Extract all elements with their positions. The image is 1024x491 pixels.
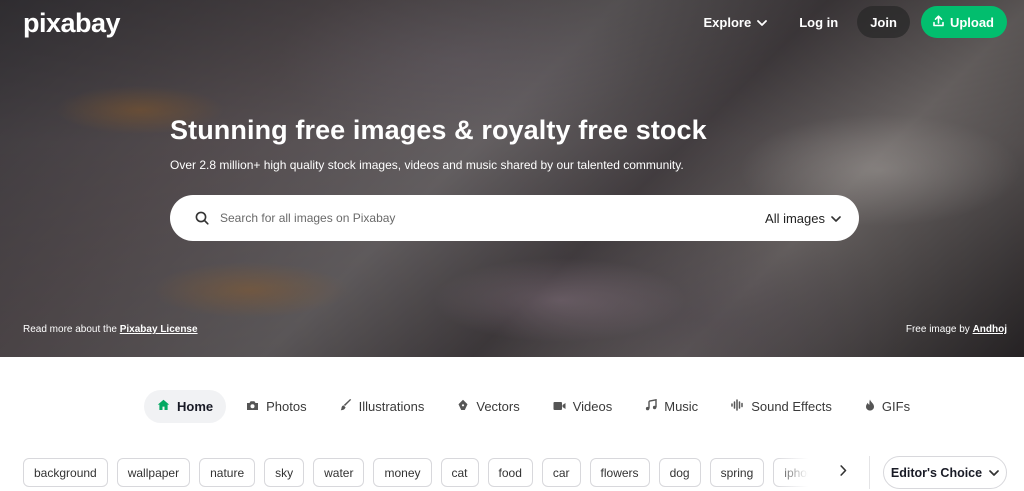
chevron-right-icon (839, 463, 847, 481)
upload-icon (933, 14, 944, 30)
hero-title: Stunning free images & royalty free stoc… (170, 115, 707, 145)
tab-photos[interactable]: Photos (233, 390, 319, 423)
tags-fade-overlay (775, 458, 830, 487)
divider (869, 456, 870, 489)
tab-home[interactable]: Home (144, 390, 227, 423)
camera-icon (246, 399, 259, 414)
license-note: Read more about the Pixabay License (23, 324, 198, 335)
tab-label: Sound Effects (751, 399, 832, 414)
hero-subtitle: Over 2.8 million+ high quality stock ima… (170, 158, 684, 172)
hero-banner: pixabay Explore Log in Join Upload Stunn… (0, 0, 1024, 357)
top-navigation: Explore Log in Join Upload (704, 6, 1007, 38)
search-input[interactable] (220, 211, 766, 225)
tag-chip[interactable]: wallpaper (116, 458, 191, 487)
tab-label: Home (177, 399, 214, 414)
tag-chip[interactable]: car (541, 458, 581, 487)
credit-author-link[interactable]: Andhoj (973, 324, 1007, 335)
tags-scroll-next-button[interactable] (832, 461, 854, 483)
tab-videos[interactable]: Videos (540, 390, 626, 423)
music-note-icon (645, 398, 657, 414)
chevron-down-icon (757, 15, 768, 30)
login-link[interactable]: Log in (799, 15, 838, 30)
tag-chip[interactable]: cat (440, 458, 479, 487)
tab-sound-effects[interactable]: Sound Effects (718, 390, 845, 423)
pen-nib-icon (457, 399, 469, 414)
tab-label: Music (664, 399, 699, 414)
media-type-dropdown[interactable]: All images (765, 211, 841, 226)
tag-chip[interactable]: nature (199, 458, 256, 487)
tag-chip[interactable]: water (313, 458, 365, 487)
upload-button[interactable]: Upload (920, 6, 1007, 38)
tab-illustrations[interactable]: Illustrations (327, 390, 438, 423)
tag-chip[interactable]: dog (658, 458, 701, 487)
search-bar: All images (170, 195, 859, 241)
search-icon[interactable] (194, 210, 210, 226)
tag-chip[interactable]: spring (709, 458, 765, 487)
tag-chip[interactable]: money (373, 458, 432, 487)
flame-icon (865, 399, 875, 414)
media-type-tabs: Home Photos Illustrations Vectors Videos… (144, 390, 930, 423)
brush-icon (340, 399, 352, 414)
media-type-selected: All images (765, 210, 825, 226)
upload-label: Upload (949, 14, 994, 30)
tag-chip[interactable]: flowers (589, 458, 650, 487)
license-link[interactable]: Pixabay License (120, 324, 198, 335)
home-icon (157, 399, 170, 414)
pixabay-logo[interactable]: pixabay (23, 8, 121, 39)
tab-label: Photos (266, 399, 307, 414)
tab-vectors[interactable]: Vectors (444, 390, 532, 423)
editors-choice-dropdown[interactable]: Editor's Choice (883, 456, 1007, 489)
chevron-down-icon (831, 211, 841, 226)
credit-prefix: Free image by (905, 324, 973, 335)
tag-chip[interactable]: background (23, 458, 108, 487)
tag-chip[interactable]: sky (264, 458, 305, 487)
waveform-icon (731, 399, 744, 414)
tab-gifs[interactable]: GIFs (852, 390, 923, 423)
tab-label: Illustrations (358, 399, 425, 414)
tab-label: GIFs (881, 399, 911, 414)
video-camera-icon (553, 399, 566, 414)
tab-label: Vectors (476, 399, 520, 414)
tag-chip[interactable]: food (487, 458, 533, 487)
join-button[interactable]: Join (857, 6, 910, 38)
tab-music[interactable]: Music (632, 390, 711, 423)
license-prefix: Read more about the (23, 324, 120, 335)
tab-label: Videos (572, 399, 613, 414)
explore-menu-button[interactable]: Explore (704, 15, 768, 30)
image-credit: Free image by Andhoj (906, 324, 1007, 335)
explore-label: Explore (703, 14, 752, 30)
chevron-down-icon (989, 466, 999, 480)
editors-choice-label: Editor's Choice (890, 465, 983, 480)
trending-tags: background wallpaper nature sky water mo… (23, 458, 828, 487)
